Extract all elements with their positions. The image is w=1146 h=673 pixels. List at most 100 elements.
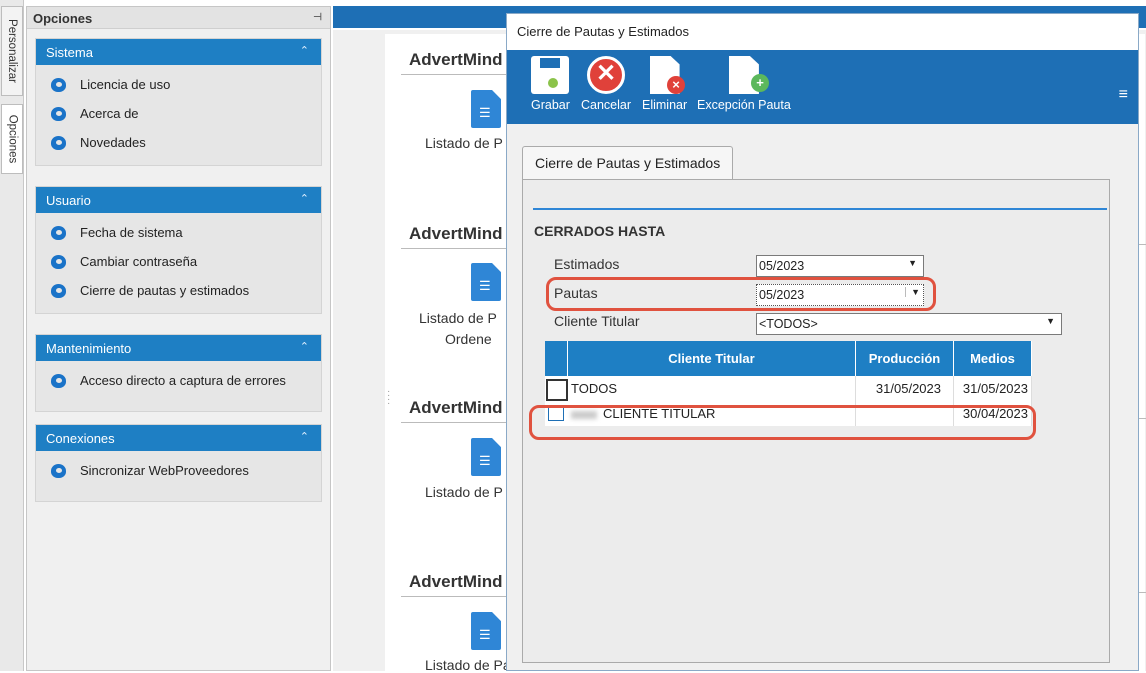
menu-item-acceso-errores[interactable]: Acceso directo a captura de errores [36, 366, 321, 395]
section-title: AdvertMind [409, 224, 503, 243]
menu-item-label: Licencia de uso [80, 77, 171, 92]
save-label: Grabar [531, 98, 570, 112]
group-usuario: Usuario ⌃ Fecha de sistema Cambiar contr… [35, 186, 322, 314]
cierre-dialog: Cierre de Pautas y Estimados Grabar ✕ Ca… [506, 13, 1139, 671]
section-title: AdvertMind [409, 572, 503, 591]
group-conexiones: Conexiones ⌃ Sincronizar WebProveedores [35, 424, 322, 502]
side-tab-strip: Personalizar Opciones [0, 0, 24, 671]
section-title: AdvertMind [409, 398, 503, 417]
exception-label: Excepción Pauta [697, 98, 791, 112]
gear-icon [50, 373, 68, 389]
cancel-icon: ✕ [587, 56, 626, 94]
section-label: CERRADOS HASTA [534, 223, 666, 239]
estimados-select[interactable]: 05/2023 ▼ [756, 255, 924, 277]
column-header-produccion[interactable]: Producción [856, 341, 954, 376]
highlight-pautas [546, 277, 936, 311]
grid-select-column [545, 341, 568, 376]
estimados-label: Estimados [554, 256, 620, 272]
section-divider [533, 208, 1107, 210]
tab-cierre[interactable]: Cierre de Pautas y Estimados [522, 146, 734, 180]
menu-item-licencia[interactable]: Licencia de uso [36, 70, 321, 99]
document-list-icon[interactable] [471, 612, 501, 650]
gear-icon [50, 77, 68, 93]
cell-medios: 31/05/2023 [954, 376, 1032, 401]
options-panel-header: Opciones ⊣ [27, 7, 330, 29]
exception-button[interactable]: Excepción Pauta [697, 56, 791, 112]
group-header-conexiones[interactable]: Conexiones ⌃ [36, 425, 321, 451]
table-row[interactable]: TODOS 31/05/2023 31/05/2023 [545, 376, 1032, 401]
options-panel: Opciones ⊣ Sistema ⌃ Licencia de uso Ace… [26, 6, 331, 671]
section-divider [401, 74, 511, 75]
section-divider [401, 422, 511, 423]
splitter-grip[interactable]: · · · · [387, 387, 390, 409]
row-checkbox[interactable] [546, 379, 568, 401]
cell-cliente: TODOS [571, 376, 856, 401]
menu-item-fecha-sistema[interactable]: Fecha de sistema [36, 218, 321, 247]
group-title: Sistema [46, 45, 93, 60]
remove-badge-icon: × [667, 76, 685, 94]
group-header-mantenimiento[interactable]: Mantenimiento ⌃ [36, 335, 321, 361]
document-list-icon[interactable] [471, 263, 501, 301]
list-link-line2: Ordene [445, 331, 492, 347]
menu-item-sincronizar[interactable]: Sincronizar WebProveedores [36, 456, 321, 485]
document-list-icon[interactable] [471, 90, 501, 128]
pin-icon[interactable]: ⊣ [313, 12, 322, 23]
menu-item-label: Acerca de [80, 106, 139, 121]
menu-item-acerca[interactable]: Acerca de [36, 99, 321, 128]
dropdown-arrow-icon[interactable]: ▼ [1046, 316, 1055, 326]
delete-label: Eliminar [642, 98, 688, 112]
group-sistema: Sistema ⌃ Licencia de uso Acerca de Nove… [35, 38, 322, 166]
group-header-usuario[interactable]: Usuario ⌃ [36, 187, 321, 213]
options-panel-title: Opciones [33, 11, 93, 26]
add-badge-icon: + [751, 74, 769, 92]
save-button[interactable]: Grabar [531, 56, 570, 112]
group-title: Conexiones [46, 431, 115, 446]
cancel-button[interactable]: ✕ Cancelar [581, 56, 631, 112]
menu-item-label: Cambiar contraseña [80, 254, 198, 269]
dialog-body: Cierre de Pautas y Estimados CERRADOS HA… [507, 124, 1138, 670]
group-mantenimiento: Mantenimiento ⌃ Acceso directo a captura… [35, 334, 322, 412]
chevron-up-icon[interactable]: ⌃ [300, 430, 309, 443]
list-link[interactable]: Listado de P [419, 310, 497, 326]
tab-opciones[interactable]: Opciones [1, 104, 23, 174]
list-link[interactable]: Listado de P [425, 135, 503, 151]
menu-item-label: Cierre de pautas y estimados [80, 283, 250, 298]
menu-item-label: Novedades [80, 135, 146, 150]
menu-item-label: Fecha de sistema [80, 225, 183, 240]
menu-item-novedades[interactable]: Novedades [36, 128, 321, 157]
dropdown-arrow-icon[interactable]: ▼ [908, 258, 917, 268]
document-list-icon[interactable] [471, 438, 501, 476]
group-title: Mantenimiento [46, 341, 132, 356]
chevron-up-icon[interactable]: ⌃ [300, 340, 309, 353]
gear-icon [50, 106, 68, 122]
cliente-select[interactable]: <TODOS> ▼ [756, 313, 1062, 335]
menu-item-cambiar-contrasena[interactable]: Cambiar contraseña [36, 247, 321, 276]
estimados-value: 05/2023 [759, 259, 805, 273]
menu-icon[interactable]: ≡ [1119, 86, 1128, 104]
section-divider [401, 248, 511, 249]
section-divider [401, 596, 511, 597]
chevron-up-icon[interactable]: ⌃ [300, 44, 309, 57]
menu-item-label: Sincronizar WebProveedores [80, 463, 249, 478]
gear-icon [50, 135, 68, 151]
gear-icon [50, 254, 68, 270]
cell-produccion: 31/05/2023 [856, 376, 954, 401]
save-icon [531, 56, 570, 94]
gear-icon [50, 283, 68, 299]
menu-item-cierre-pautas[interactable]: Cierre de pautas y estimados [36, 276, 321, 305]
group-title: Usuario [46, 193, 91, 208]
tab-panel: CERRADOS HASTA Estimados 05/2023 ▼ Pauta… [522, 179, 1110, 663]
cancel-label: Cancelar [581, 98, 632, 112]
tab-personalizar[interactable]: Personalizar [1, 6, 23, 96]
cliente-label: Cliente Titular [554, 313, 640, 329]
section-title: AdvertMind [409, 50, 503, 69]
highlight-row [529, 405, 1036, 440]
column-header-medios[interactable]: Medios [954, 341, 1032, 376]
gear-icon [50, 225, 68, 241]
list-link[interactable]: Listado de P [425, 484, 503, 500]
chevron-up-icon[interactable]: ⌃ [300, 192, 309, 205]
group-header-sistema[interactable]: Sistema ⌃ [36, 39, 321, 65]
column-header-cliente[interactable]: Cliente Titular [568, 341, 856, 376]
cliente-value: <TODOS> [759, 317, 818, 331]
dialog-toolbar: Grabar ✕ Cancelar Eliminar × Excepción P… [507, 50, 1138, 124]
